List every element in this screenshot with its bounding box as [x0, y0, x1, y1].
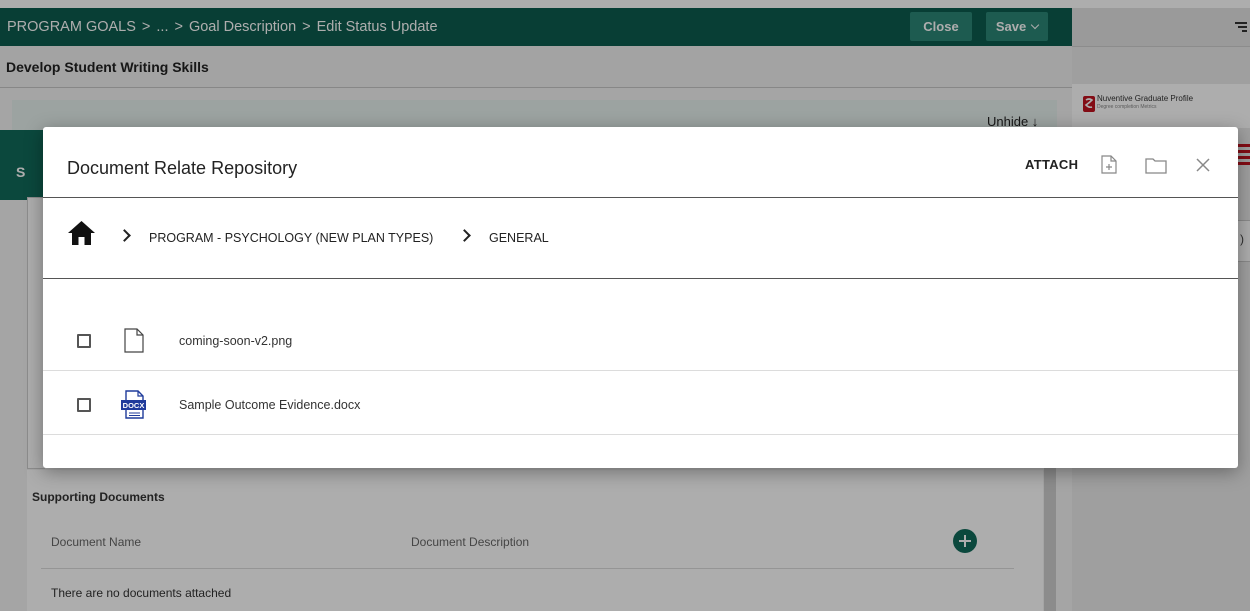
file-row[interactable]: DOCX Sample Outcome Evidence.docx [43, 371, 1238, 435]
breadcrumb-chevron-icon [458, 229, 471, 242]
docx-icon: DOCX [121, 390, 146, 419]
breadcrumb-general[interactable]: GENERAL [489, 231, 549, 245]
dialog-header-divider [43, 197, 1238, 198]
breadcrumb-chevron-icon [118, 229, 131, 242]
docx-badge-text: DOCX [123, 401, 145, 410]
row-divider [43, 434, 1238, 435]
file-icon [124, 328, 144, 353]
file-checkbox[interactable] [77, 398, 91, 412]
attach-button[interactable]: ATTACH [1025, 157, 1078, 172]
breadcrumb-program-psychology[interactable]: PROGRAM - PSYCHOLOGY (NEW PLAN TYPES) [149, 231, 433, 245]
file-row[interactable]: coming-soon-v2.png [43, 307, 1238, 371]
document-repository-dialog: Document Relate Repository ATTACH PROGRA… [43, 127, 1238, 468]
file-name[interactable]: coming-soon-v2.png [179, 334, 292, 348]
home-icon[interactable] [67, 220, 96, 246]
breadcrumb-divider [43, 278, 1238, 279]
new-document-icon[interactable] [1101, 155, 1117, 174]
file-checkbox[interactable] [77, 334, 91, 348]
file-name[interactable]: Sample Outcome Evidence.docx [179, 398, 360, 412]
folder-icon[interactable] [1145, 157, 1167, 174]
dialog-title: Document Relate Repository [67, 158, 298, 178]
close-icon[interactable] [1193, 155, 1213, 175]
